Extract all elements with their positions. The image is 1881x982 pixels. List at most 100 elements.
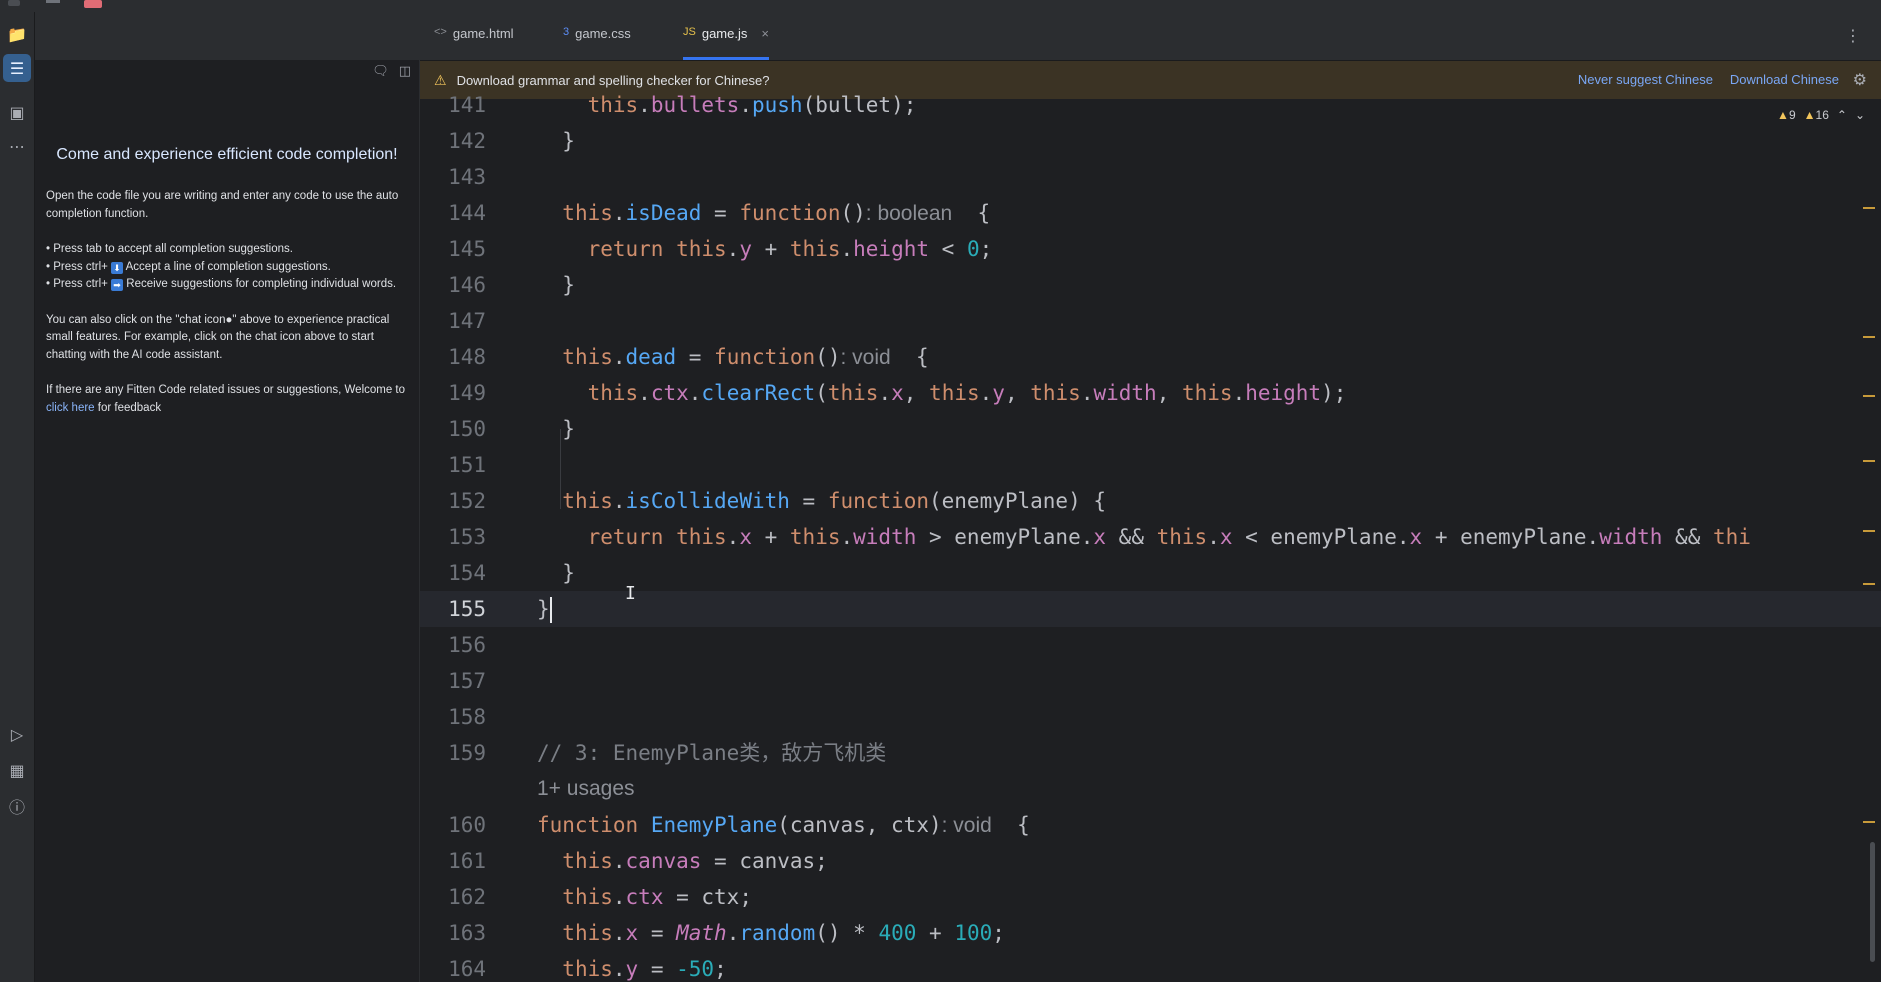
promo-bullets: Press tab to accept all completion sugge… [46, 241, 408, 294]
code-line: 157 [420, 663, 1881, 699]
fitten-code-panel: 🗨 ◫ Come and experience efficient code c… [35, 12, 420, 982]
more-icon[interactable]: ⋯ [3, 132, 31, 160]
warning-marker[interactable] [1863, 336, 1875, 338]
code-line: 142 } [420, 123, 1881, 159]
code-line: 158 [420, 699, 1881, 735]
promo-body: Open the code file you are writing and e… [46, 188, 408, 435]
close-tab-icon[interactable]: × [761, 26, 769, 41]
panel-header [35, 12, 419, 60]
tab-game-js[interactable]: JS game.js × [683, 26, 769, 60]
type-hint: : void [941, 814, 992, 837]
line-number: 155 [448, 597, 486, 621]
line-number: 149 [448, 381, 486, 405]
promo-title: Come and experience efficient code compl… [56, 146, 398, 163]
code-line: 153 return this.x + this.width > enemyPl… [420, 519, 1881, 555]
line-text: this.isDead = function(): boolean { [562, 201, 991, 225]
activity-bar: 📁 ☰ ▣ ⋯ ▷ ▦ ⓘ [0, 12, 35, 982]
tab-label: game.css [575, 26, 631, 41]
line-text: } [537, 129, 575, 153]
project-logo[interactable] [84, 0, 102, 8]
more-actions-icon[interactable]: ⋮ [1845, 26, 1861, 45]
code-line: 162 this.ctx = ctx; [420, 879, 1881, 915]
vertical-scrollbar[interactable] [1870, 842, 1875, 962]
promo-intro: Open the code file you are writing and e… [46, 190, 399, 220]
code-line: 147 [420, 303, 1881, 339]
code-line-current: 155 } [420, 591, 1881, 627]
line-text: this.dead = function(): void { [562, 345, 929, 369]
line-text: } [537, 561, 575, 585]
mouse-cursor: I [625, 583, 636, 604]
bullet-tab: Press tab to accept all completion sugge… [46, 241, 408, 259]
line-number: 142 [448, 129, 486, 153]
tab-game-css[interactable]: 3 game.css [563, 26, 631, 60]
type-hint: : void [840, 346, 891, 369]
line-number: 154 [448, 561, 486, 585]
code-line: 156 [420, 627, 1881, 663]
line-number: 157 [448, 669, 486, 693]
code-line: 151 [420, 447, 1881, 483]
panel-toolbar: 🗨 ◫ [372, 64, 411, 79]
line-text: return this.x + this.width > enemyPlane.… [587, 525, 1751, 549]
editor-area: <> game.html 3 game.css JS game.js × ⋮ ⚠… [420, 12, 1881, 982]
warning-marker[interactable] [1863, 395, 1875, 397]
code-line: 160 function EnemyPlane(canvas, ctx): vo… [420, 807, 1881, 843]
type-hint: : boolean [865, 202, 953, 225]
css-file-icon: 3 [563, 26, 570, 38]
main-menu-icon[interactable] [8, 0, 20, 6]
line-text: return this.y + this.height < 0; [587, 237, 993, 261]
line-text: this.y = -50; [562, 957, 727, 981]
line-number: 144 [448, 201, 486, 225]
run-icon[interactable]: ▷ [3, 720, 31, 748]
line-text: this.canvas = canvas; [562, 849, 828, 873]
warning-marker[interactable] [1863, 583, 1875, 585]
bullet-word: Press ctrl+ ➡ Receive suggestions for co… [46, 276, 408, 294]
line-number: 143 [448, 165, 486, 189]
line-text: } [537, 273, 575, 297]
code-editor[interactable]: 141 this.bullets.push(bullet); 142 } 143… [420, 93, 1881, 982]
text-caret [549, 597, 552, 623]
code-line: 149 this.ctx.clearRect(this.x, this.y, t… [420, 375, 1881, 411]
html-file-icon: <> [434, 26, 447, 38]
hamburger-icon[interactable] [46, 0, 60, 3]
tab-label: game.js [701, 26, 748, 41]
tab-game-html[interactable]: <> game.html [434, 26, 514, 60]
line-number: 147 [448, 309, 486, 333]
code-line: 144 this.isDead = function(): boolean { [420, 195, 1881, 231]
line-number: 145 [448, 237, 486, 261]
warning-marker[interactable] [1863, 821, 1875, 823]
code-line: 159 // 3: EnemyPlane类，敌方飞机类 [420, 735, 1881, 771]
line-number: 150 [448, 417, 486, 441]
structure-icon[interactable]: ▣ [3, 98, 31, 126]
download-chinese-link[interactable]: Download Chinese [1730, 72, 1839, 87]
code-line: 143 [420, 159, 1881, 195]
line-text: this.ctx.clearRect(this.x, this.y, this.… [587, 381, 1347, 405]
problems-icon[interactable]: ⓘ [3, 792, 31, 820]
folder-icon[interactable]: 📁 [3, 20, 31, 48]
warning-marker[interactable] [1863, 530, 1875, 532]
line-number: 152 [448, 489, 486, 513]
line-number: 156 [448, 633, 486, 657]
line-number: 161 [448, 849, 486, 873]
line-number: 159 [448, 741, 486, 765]
line-text: } [537, 417, 575, 441]
code-line: 146 } [420, 267, 1881, 303]
terminal-icon[interactable]: ▦ [3, 756, 31, 784]
feedback-link[interactable]: click here [46, 402, 95, 414]
fitten-code-icon[interactable]: ☰ [3, 54, 31, 82]
new-chat-icon[interactable]: ◫ [399, 64, 411, 79]
code-line: 164 this.y = -50; [420, 951, 1881, 982]
warning-icon: ⚠ [434, 71, 447, 88]
code-line: 148 this.dead = function(): void { [420, 339, 1881, 375]
never-suggest-chinese-link[interactable]: Never suggest Chinese [1578, 72, 1713, 87]
code-line: 141 this.bullets.push(bullet); [420, 87, 1881, 123]
arrow-down-icon: ⬇ [111, 261, 124, 274]
chat-icon[interactable]: 🗨 [372, 64, 389, 79]
code-line: 161 this.canvas = canvas; [420, 843, 1881, 879]
usages-hint[interactable]: 1+ usages [537, 771, 635, 807]
warning-marker[interactable] [1863, 207, 1875, 209]
line-number: 151 [448, 453, 486, 477]
line-number: 153 [448, 525, 486, 549]
warning-marker[interactable] [1863, 460, 1875, 462]
bullet-line: Press ctrl+ ⬇ Accept a line of completio… [46, 259, 408, 277]
line-text: this.ctx = ctx; [562, 885, 752, 909]
